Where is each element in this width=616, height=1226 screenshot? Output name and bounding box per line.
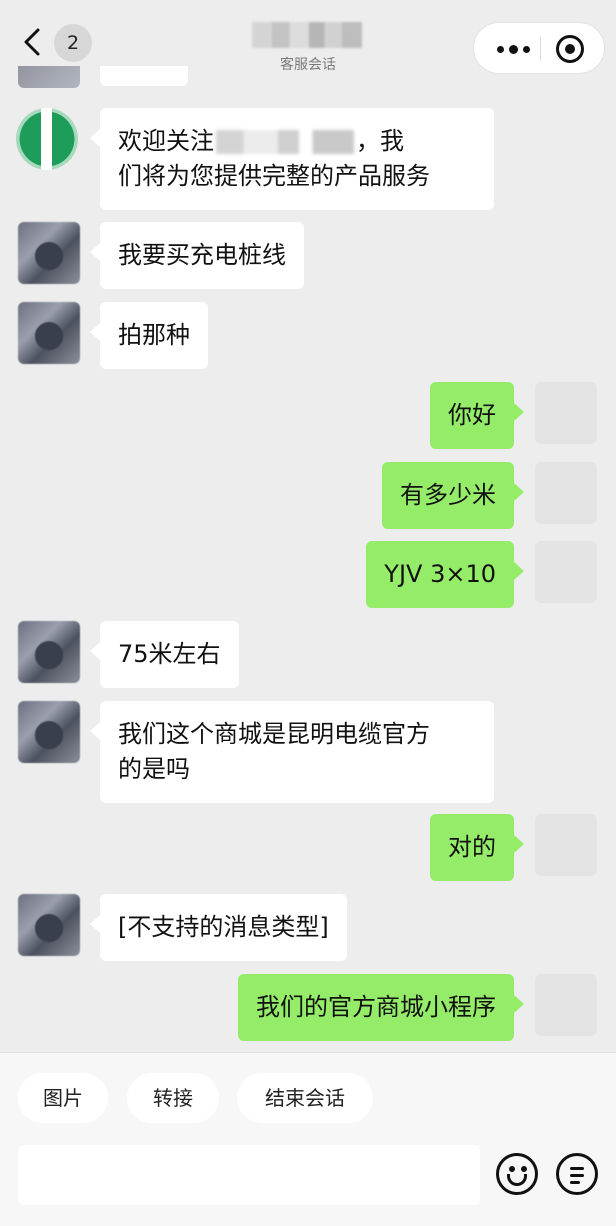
close-target-icon[interactable]	[556, 35, 584, 63]
chat-title-redacted	[252, 22, 362, 48]
quick-action-end-session-button[interactable]: 结束会话	[237, 1073, 373, 1123]
avatar[interactable]	[18, 302, 80, 364]
top-bar: 2 客服会话	[0, 0, 616, 88]
quick-action-transfer-button[interactable]: 转接	[127, 1073, 219, 1123]
redacted-text	[216, 130, 354, 154]
message-bubble-partial	[100, 66, 188, 86]
message-bubble: 拍那种	[90, 302, 208, 369]
avatar[interactable]	[535, 814, 597, 876]
message-bubble: [不支持的消息类型]	[90, 894, 347, 961]
message-bubble: 有多少米	[382, 462, 524, 529]
avatar[interactable]	[535, 462, 597, 524]
message-text: 欢迎关注	[118, 127, 214, 155]
message-bubble: 你好	[430, 382, 524, 449]
message-input[interactable]	[18, 1145, 480, 1205]
menu-icon[interactable]	[556, 1153, 598, 1195]
emoji-icon[interactable]	[496, 1153, 538, 1195]
bottom-bar: 图片 转接 结束会话	[0, 1052, 616, 1226]
avatar[interactable]	[18, 701, 80, 763]
avatar[interactable]	[535, 382, 597, 444]
capsule-divider	[540, 37, 541, 61]
message-bubble: 我们这个商城是昆明电缆官方 的是吗	[90, 701, 494, 803]
avatar[interactable]	[18, 222, 80, 284]
message-bubble: 欢迎关注 ，我 们将为您提供完整的产品服务	[90, 108, 494, 210]
more-button[interactable]	[488, 23, 538, 75]
quick-action-image-button[interactable]: 图片	[18, 1073, 108, 1123]
avatar[interactable]	[18, 894, 80, 956]
message-bubble: 我要买充电桩线	[90, 222, 304, 289]
avatar[interactable]	[535, 541, 597, 603]
more-dots-icon	[496, 45, 504, 53]
avatar	[18, 66, 80, 88]
avatar[interactable]	[535, 974, 597, 1036]
message-bubble: 我们的官方商城小程序	[238, 974, 524, 1041]
message-bubble: YJV 3×10	[366, 541, 524, 608]
miniprogram-capsule	[473, 22, 605, 74]
avatar[interactable]	[16, 108, 78, 170]
avatar[interactable]	[18, 621, 80, 683]
message-bubble: 对的	[430, 814, 524, 881]
message-bubble: 75米左右	[90, 621, 239, 688]
